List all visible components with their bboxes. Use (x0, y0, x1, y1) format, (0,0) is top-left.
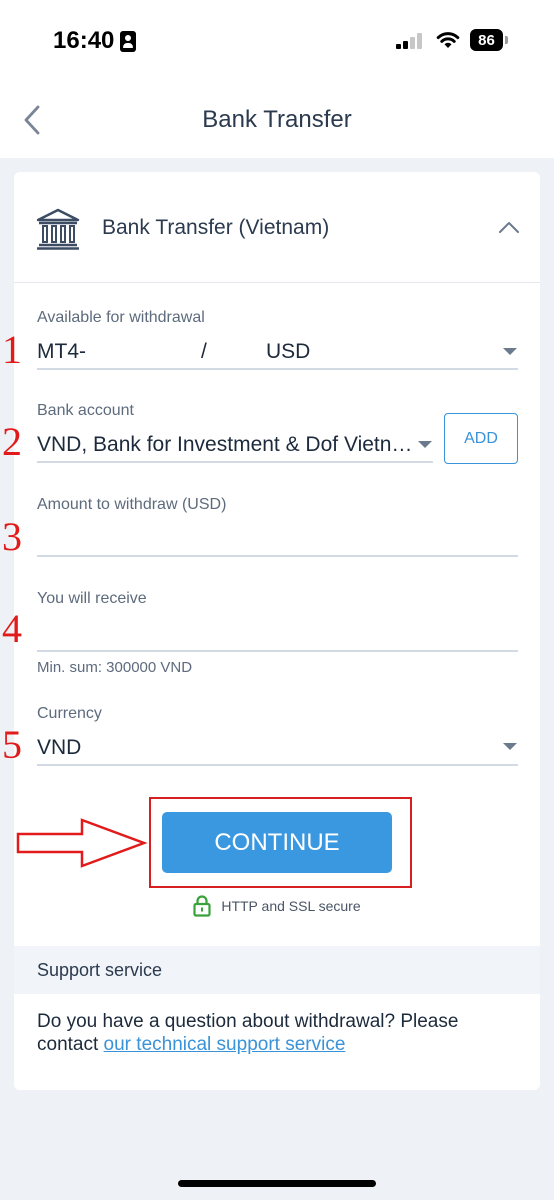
field-underline (37, 555, 518, 557)
account-separator: / (201, 340, 207, 363)
account-number: MT4- (37, 340, 86, 363)
clock: 16:40 (53, 27, 115, 54)
account-currency: USD (266, 340, 311, 363)
chevron-left-icon (24, 105, 40, 135)
amount-input[interactable] (37, 526, 518, 554)
field-underline (37, 650, 518, 652)
step-number-5: 5 (2, 722, 22, 767)
status-bar: 16:40 86 (0, 0, 554, 80)
available-label: Available for withdrawal (37, 309, 205, 326)
withdrawal-card: Bank Transfer (Vietnam) 1 Available for … (2, 172, 540, 1090)
currency-value: VND (37, 736, 82, 759)
dropdown-arrow-icon (503, 348, 517, 355)
support-link[interactable]: our technical support service (104, 1034, 346, 1055)
currency-label: Currency (37, 705, 102, 722)
bank-icon (36, 208, 80, 250)
step-number-2: 2 (2, 419, 22, 464)
step-number-4: 4 (2, 606, 22, 651)
support-text: Do you have a question about withdrawal?… (37, 1010, 517, 1056)
field-underline (37, 764, 518, 766)
bank-account-label: Bank account (37, 402, 134, 419)
home-indicator[interactable] (178, 1180, 376, 1187)
battery-indicator: 86 (470, 29, 503, 51)
add-bank-account-button[interactable]: ADD (444, 413, 518, 464)
battery-tip (505, 36, 508, 44)
page-title: Bank Transfer (202, 106, 352, 133)
step-number-3: 3 (2, 514, 22, 559)
receive-label: You will receive (37, 590, 147, 607)
dropdown-arrow-icon (503, 743, 517, 750)
battery-level: 86 (478, 31, 495, 49)
min-sum-hint: Min. sum: 300000 VND (37, 659, 193, 676)
field-underline (37, 368, 518, 370)
signal-icon (396, 33, 422, 49)
annotation-arrow-icon (16, 818, 148, 868)
receive-input[interactable] (37, 620, 518, 648)
back-button[interactable] (14, 100, 50, 140)
payment-method-header[interactable]: Bank Transfer (Vietnam) (14, 172, 540, 283)
support-heading: Support service (14, 946, 540, 994)
dropdown-arrow-icon (418, 441, 432, 448)
wifi-icon (436, 32, 460, 48)
nav-bar: Bank Transfer (0, 80, 554, 158)
security-text: HTTP and SSL secure (221, 898, 361, 914)
continue-button[interactable]: CONTINUE (162, 812, 392, 873)
field-underline (37, 461, 433, 463)
chevron-up-icon[interactable] (498, 220, 520, 234)
payment-method-title: Bank Transfer (Vietnam) (102, 216, 330, 239)
security-note: HTTP and SSL secure (14, 895, 540, 917)
status-time: 16:40 (53, 27, 137, 55)
lock-icon (193, 895, 211, 917)
person-icon (120, 30, 137, 52)
bank-account-value: VND, Bank for Investment & Dof Vietn… (37, 433, 413, 456)
step-number-1: 1 (2, 327, 22, 372)
amount-label: Amount to withdraw (USD) (37, 496, 227, 513)
